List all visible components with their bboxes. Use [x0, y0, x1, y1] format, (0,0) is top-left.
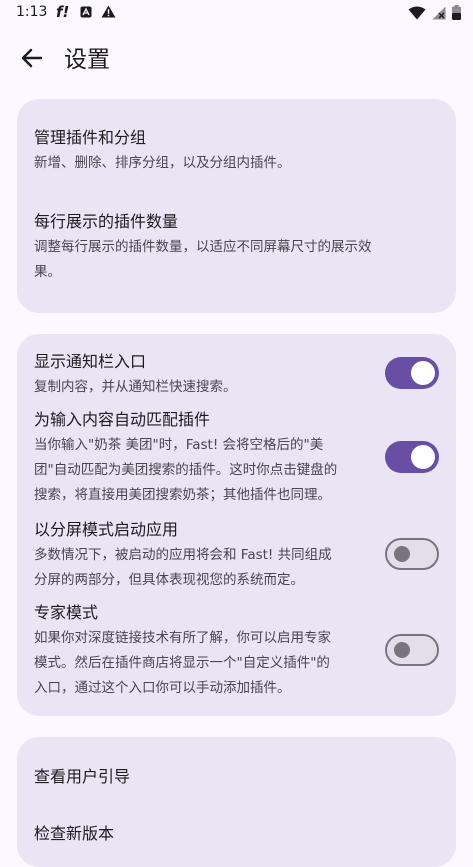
- f-icon: f!: [56, 3, 70, 21]
- settings-card-about: 查看用户引导 检查新版本: [17, 737, 456, 867]
- split-screen-switch[interactable]: [385, 538, 439, 570]
- item-desc: 当你输入"奶茶 美团"时，Fast! 会将空格后的"美 团"自动匹配为美团搜索的…: [34, 433, 379, 508]
- plugins-per-row-item[interactable]: 每行展示的插件数量 调整每行展示的插件数量，以适应不同屏幕尺寸的展示效 果。: [34, 211, 434, 285]
- signal-icon: [432, 6, 446, 19]
- item-title: 显示通知栏入口: [34, 352, 147, 371]
- expert-mode-item[interactable]: 专家模式 如果你对深度链接技术有所了解，你可以启用专家 模式。然后在插件商店将显…: [34, 602, 379, 701]
- auto-match-plugin-switch[interactable]: [385, 441, 439, 473]
- battery-icon: [452, 5, 461, 20]
- item-title: 查看用户引导: [34, 767, 131, 786]
- expert-mode-switch[interactable]: [385, 634, 439, 666]
- desc-line: 团"自动匹配为美团搜索的插件。这时你点击键盘的: [34, 462, 338, 478]
- item-title: 管理插件和分组: [34, 128, 147, 147]
- desc-line: 调整每行展示的插件数量，以适应不同屏幕尺寸的展示效: [34, 239, 372, 255]
- item-title: 为输入内容自动匹配插件: [34, 410, 211, 429]
- item-title: 专家模式: [34, 603, 99, 622]
- desc-line: 复制内容，并从通知栏快速搜索。: [34, 379, 237, 395]
- desc-line: 多数情况下，被启动的应用将会和 Fast! 共同组成: [34, 547, 332, 563]
- app-bar: 设置: [0, 30, 473, 86]
- switch-thumb: [394, 642, 410, 658]
- wifi-icon: [408, 6, 426, 19]
- desc-line: 分屏的两部分，但具体表现视您的系统而定。: [34, 572, 304, 588]
- desc-line: 如果你对深度链接技术有所了解，你可以启用专家: [34, 630, 331, 646]
- notification-entry-switch[interactable]: [385, 357, 439, 389]
- user-guide-item[interactable]: 查看用户引导: [34, 766, 130, 788]
- status-right-icons: [408, 5, 461, 20]
- switch-thumb: [411, 361, 435, 385]
- switch-thumb: [411, 445, 435, 469]
- item-title: 每行展示的插件数量: [34, 212, 179, 231]
- item-desc: 新增、删除、排序分组，以及分组内插件。: [34, 155, 291, 171]
- desc-line: 入口，通过这个入口你可以手动添加插件。: [34, 680, 291, 696]
- manage-plugins-item[interactable]: 管理插件和分组 新增、删除、排序分组，以及分组内插件。: [34, 127, 379, 176]
- item-desc: 调整每行展示的插件数量，以适应不同屏幕尺寸的展示效 果。: [34, 235, 434, 285]
- a-icon: [80, 6, 92, 18]
- status-bar: 1:13 f!: [0, 0, 473, 28]
- status-time: 1:13: [16, 4, 48, 20]
- item-title: 检查新版本: [34, 824, 115, 843]
- warning-icon: [101, 5, 116, 18]
- desc-line: 果。: [34, 264, 61, 280]
- desc-line: 模式。然后在插件商店将显示一个"自定义插件"的: [34, 655, 330, 671]
- notification-entry-item[interactable]: 显示通知栏入口 复制内容，并从通知栏快速搜索。: [34, 351, 379, 400]
- back-arrow-icon[interactable]: [18, 44, 46, 72]
- item-desc: 复制内容，并从通知栏快速搜索。: [34, 375, 379, 400]
- page-title: 设置: [64, 47, 110, 73]
- item-desc: 如果你对深度链接技术有所了解，你可以启用专家 模式。然后在插件商店将显示一个"自…: [34, 626, 379, 701]
- desc-line: 当你输入"奶茶 美团"时，Fast! 会将空格后的"美: [34, 437, 324, 453]
- item-desc: 多数情况下，被启动的应用将会和 Fast! 共同组成 分屏的两部分，但具体表现视…: [34, 543, 379, 593]
- auto-match-plugin-item[interactable]: 为输入内容自动匹配插件 当你输入"奶茶 美团"时，Fast! 会将空格后的"美 …: [34, 409, 379, 508]
- settings-card-plugins: 管理插件和分组 新增、删除、排序分组，以及分组内插件。 每行展示的插件数量 调整…: [17, 99, 456, 313]
- item-title: 以分屏模式启动应用: [34, 520, 179, 539]
- desc-line: 搜索，将直接用美团搜索奶茶；其他插件也同理。: [34, 487, 331, 503]
- switch-thumb: [394, 546, 410, 562]
- check-update-item[interactable]: 检查新版本: [34, 823, 114, 845]
- split-screen-item[interactable]: 以分屏模式启动应用 多数情况下，被启动的应用将会和 Fast! 共同组成 分屏的…: [34, 519, 379, 593]
- settings-card-behavior: 显示通知栏入口 复制内容，并从通知栏快速搜索。 为输入内容自动匹配插件 当你输入…: [17, 334, 456, 716]
